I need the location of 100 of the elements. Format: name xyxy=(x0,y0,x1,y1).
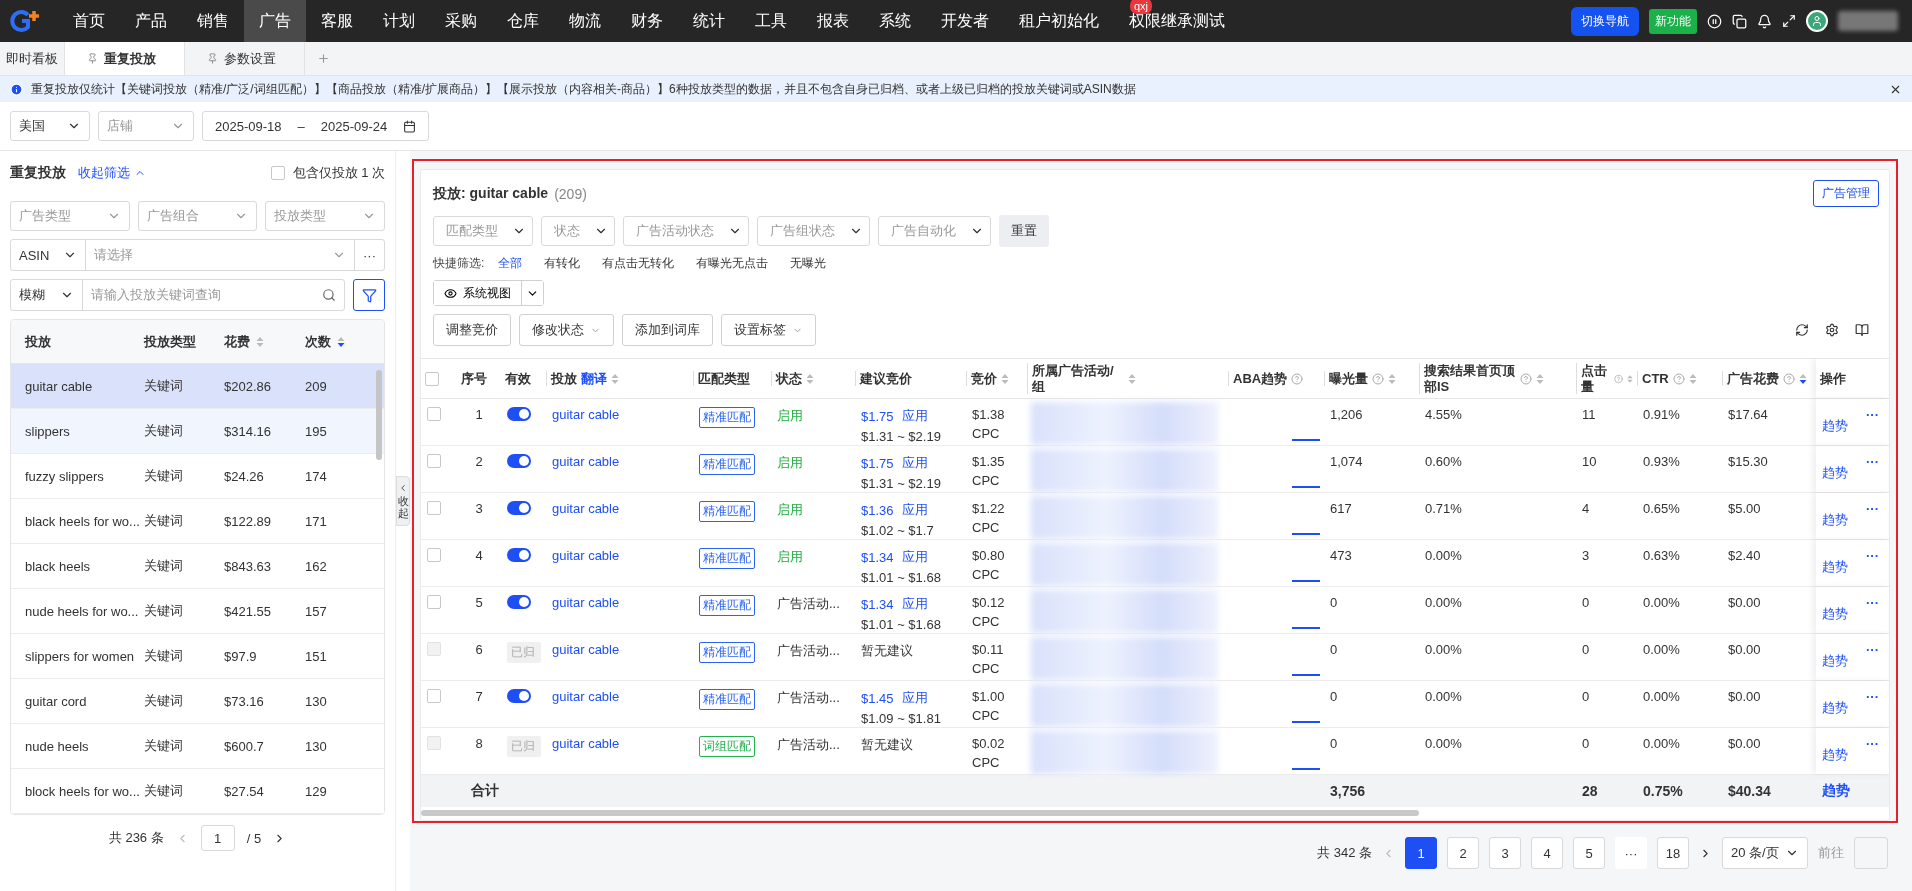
apply-link[interactable]: 应用 xyxy=(901,689,928,707)
toggle-switch[interactable] xyxy=(507,454,531,468)
sort-icon[interactable] xyxy=(337,335,345,348)
filter-button[interactable] xyxy=(353,279,385,311)
nav-item[interactable]: 产品 xyxy=(120,0,182,42)
help-icon[interactable] xyxy=(1291,372,1304,385)
nav-item[interactable]: 采购 xyxy=(430,0,492,42)
nav-item[interactable]: qxj 权限继承测试 xyxy=(1114,0,1240,42)
page-button[interactable]: 3 xyxy=(1489,837,1521,869)
trend-link[interactable]: 趋势 xyxy=(1816,782,1889,800)
help-icon[interactable] xyxy=(1672,372,1685,385)
more-button[interactable]: ··· xyxy=(1866,407,1879,445)
nav-item[interactable]: 系统 xyxy=(864,0,926,42)
nav-item[interactable]: 工具 xyxy=(740,0,802,42)
target-link[interactable]: guitar cable xyxy=(552,501,687,516)
quick-filter-option[interactable]: 有点击无转化 xyxy=(594,255,683,272)
apply-link[interactable]: 应用 xyxy=(901,407,928,425)
more-button[interactable]: ··· xyxy=(363,247,376,263)
nav-item[interactable]: 销售 xyxy=(182,0,244,42)
nav-item[interactable]: 统计 xyxy=(678,0,740,42)
quick-filter-option[interactable]: 有曝光无点击 xyxy=(688,255,777,272)
toggle-switch[interactable] xyxy=(507,689,531,703)
page-size-select[interactable]: 20 条/页 xyxy=(1722,837,1808,869)
more-button[interactable]: ··· xyxy=(1866,595,1879,633)
target-link[interactable]: guitar cable xyxy=(552,736,687,751)
target-link[interactable]: guitar cable xyxy=(552,689,687,704)
trend-link[interactable]: 趋势 xyxy=(1822,454,1848,492)
toggle-switch[interactable] xyxy=(507,595,531,609)
apply-link[interactable]: 应用 xyxy=(901,595,928,613)
trend-link[interactable]: 趋势 xyxy=(1822,736,1848,774)
apply-link[interactable]: 应用 xyxy=(901,548,928,566)
checkbox[interactable] xyxy=(427,689,441,703)
expand-icon[interactable] xyxy=(1782,14,1796,28)
more-button[interactable]: ··· xyxy=(1866,642,1879,680)
more-button[interactable]: ··· xyxy=(1866,501,1879,539)
sort-icon[interactable] xyxy=(1799,372,1807,385)
nav-item[interactable]: 广告 xyxy=(244,0,306,42)
page-tab[interactable]: 参数设置 xyxy=(185,42,305,75)
nav-item[interactable]: 客服 xyxy=(306,0,368,42)
help-icon[interactable] xyxy=(1372,372,1384,385)
ad-management-button[interactable]: 广告管理 xyxy=(1813,180,1879,207)
keyword-search-field[interactable]: 模糊 请输入投放关键词查询 xyxy=(10,279,345,311)
nav-item[interactable]: 开发者 xyxy=(926,0,1004,42)
toggle-switch[interactable] xyxy=(507,501,531,515)
action-button[interactable]: 添加到词库 xyxy=(622,314,713,346)
list-row[interactable]: guitar cable 关键词 $202.86 209 xyxy=(11,364,384,409)
page-button[interactable]: ··· xyxy=(1615,837,1647,869)
checkbox[interactable] xyxy=(427,642,441,656)
action-button[interactable]: 设置标签 xyxy=(721,314,816,346)
checkbox[interactable] xyxy=(427,407,441,421)
action-button[interactable]: 修改状态 xyxy=(519,314,614,346)
checkbox[interactable] xyxy=(427,501,441,515)
quick-filter-option[interactable]: 无曝光 xyxy=(782,255,835,272)
trend-link[interactable]: 趋势 xyxy=(1822,642,1848,680)
nav-item[interactable]: 报表 xyxy=(802,0,864,42)
trend-link[interactable]: 趋势 xyxy=(1822,501,1848,539)
target-link[interactable]: guitar cable xyxy=(552,642,687,657)
more-button[interactable]: ··· xyxy=(1866,548,1879,586)
trend-link[interactable]: 趋势 xyxy=(1822,595,1848,633)
help-icon[interactable] xyxy=(1520,372,1532,385)
page-input[interactable]: 1 xyxy=(200,825,235,851)
scrollbar[interactable] xyxy=(421,810,1420,816)
quick-filter-option[interactable]: 有转化 xyxy=(536,255,589,272)
nav-item[interactable]: 计划 xyxy=(368,0,430,42)
checkbox[interactable] xyxy=(425,371,439,386)
switch-nav-button[interactable]: 切换导航 xyxy=(1571,6,1639,36)
more-button[interactable]: ··· xyxy=(1866,454,1879,492)
action-button[interactable]: 调整竞价 xyxy=(433,314,511,346)
page-button[interactable]: 2 xyxy=(1447,837,1479,869)
trend-link[interactable]: 趋势 xyxy=(1822,548,1848,586)
pause-icon[interactable] xyxy=(1707,13,1722,29)
checkbox[interactable] xyxy=(427,454,441,468)
nav-item[interactable]: 物流 xyxy=(554,0,616,42)
quick-filter-option[interactable]: 全部 xyxy=(490,255,531,272)
apply-link[interactable]: 应用 xyxy=(901,501,928,519)
nav-item[interactable]: 首页 xyxy=(58,0,120,42)
settings-icon[interactable] xyxy=(1825,323,1839,337)
pin-icon[interactable] xyxy=(207,53,218,64)
date-range-field[interactable]: 2025-09-18 – 2025-09-24 xyxy=(202,111,430,141)
nav-item[interactable]: 仓库 xyxy=(492,0,554,42)
asin-select[interactable]: ASIN 请选择 ··· xyxy=(10,239,385,271)
trend-link[interactable]: 趋势 xyxy=(1822,689,1848,727)
more-button[interactable]: ··· xyxy=(1866,736,1879,774)
copy-icon[interactable] xyxy=(1732,13,1747,29)
list-row[interactable]: slippers 关键词 $314.16 195 xyxy=(11,409,384,454)
search-icon[interactable] xyxy=(322,288,336,302)
target-link[interactable]: guitar cable xyxy=(552,548,687,563)
pin-icon[interactable] xyxy=(87,53,98,64)
translate-link[interactable]: 翻译 xyxy=(581,370,607,387)
view-button[interactable]: 系统视图 xyxy=(434,281,522,305)
nav-item[interactable]: 租户初始化 xyxy=(1004,0,1114,42)
bell-icon[interactable] xyxy=(1757,13,1772,29)
target-link[interactable]: guitar cable xyxy=(552,595,687,610)
checkbox[interactable] xyxy=(427,548,441,562)
more-button[interactable]: ··· xyxy=(1866,689,1879,727)
trend-link[interactable]: 趋势 xyxy=(1822,407,1848,445)
apply-link[interactable]: 应用 xyxy=(901,454,928,472)
checkbox[interactable] xyxy=(427,736,441,750)
help-icon[interactable] xyxy=(1614,372,1624,385)
avatar[interactable] xyxy=(1806,10,1828,32)
